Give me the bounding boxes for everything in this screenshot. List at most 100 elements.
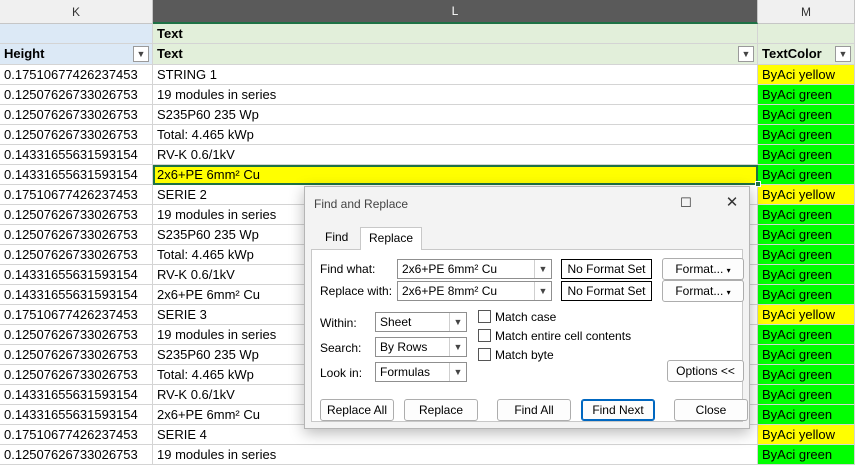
header-cell-k1[interactable]: [0, 24, 153, 44]
filter-dropdown-icon[interactable]: ▼: [133, 46, 149, 62]
cell-textcolor[interactable]: ByAci green: [758, 285, 855, 305]
chevron-down-icon[interactable]: ▼: [534, 282, 551, 300]
close-icon[interactable]: ✕: [721, 193, 743, 213]
header-group-text[interactable]: Text: [153, 24, 758, 44]
minimize-icon[interactable]: [649, 193, 671, 213]
cell-text[interactable]: S235P60 235 Wp: [153, 105, 758, 125]
cell-text[interactable]: Total: 4.465 kWp: [153, 125, 758, 145]
chevron-down-icon[interactable]: ▼: [534, 260, 551, 278]
cell-textcolor[interactable]: ByAci green: [758, 145, 855, 165]
options-button[interactable]: Options <<: [667, 360, 744, 382]
cell-height[interactable]: 0.14331655631593154: [0, 405, 153, 425]
cell-textcolor[interactable]: ByAci yellow: [758, 65, 855, 85]
cell-height[interactable]: 0.14331655631593154: [0, 165, 153, 185]
cell-text[interactable]: RV-K 0.6/1kV: [153, 145, 758, 165]
cell-textcolor[interactable]: ByAci green: [758, 225, 855, 245]
search-value: By Rows: [380, 340, 428, 354]
header-height-label: Height: [4, 46, 45, 61]
cell-textcolor[interactable]: ByAci green: [758, 265, 855, 285]
cell-textcolor[interactable]: ByAci green: [758, 325, 855, 345]
cell-height[interactable]: 0.14331655631593154: [0, 385, 153, 405]
cell-textcolor[interactable]: ByAci green: [758, 365, 855, 385]
cell-textcolor[interactable]: ByAci yellow: [758, 425, 855, 445]
cell-height[interactable]: 0.14331655631593154: [0, 145, 153, 165]
cell-height[interactable]: 0.12507626733026753: [0, 345, 153, 365]
find-what-input[interactable]: 2x6+PE 6mm² Cu ▼: [397, 259, 552, 279]
find-all-button[interactable]: Find All: [497, 399, 571, 421]
search-select[interactable]: By Rows ▼: [375, 337, 467, 357]
cell-height[interactable]: 0.12507626733026753: [0, 85, 153, 105]
maximize-icon[interactable]: ☐: [675, 193, 697, 213]
close-button[interactable]: Close: [674, 399, 748, 421]
column-header-k[interactable]: K: [0, 0, 153, 24]
replace-panel: Find what: 2x6+PE 6mm² Cu ▼ No Format Se…: [311, 249, 744, 422]
cell-text[interactable]: 19 modules in series: [153, 445, 758, 465]
column-header-l[interactable]: L: [153, 0, 758, 24]
cell-textcolor[interactable]: ByAci yellow: [758, 185, 855, 205]
chevron-down-icon[interactable]: ▼: [449, 313, 466, 331]
cell-height[interactable]: 0.17510677426237453: [0, 65, 153, 85]
match-byte-label: Match byte: [495, 348, 554, 362]
find-what-value: 2x6+PE 6mm² Cu: [402, 262, 498, 276]
cell-height[interactable]: 0.12507626733026753: [0, 205, 153, 225]
cell-height[interactable]: 0.17510677426237453: [0, 425, 153, 445]
header-cell-m1[interactable]: [758, 24, 855, 44]
search-label: Search:: [320, 341, 362, 355]
cell-textcolor[interactable]: ByAci green: [758, 105, 855, 125]
replace-all-button[interactable]: Replace All: [320, 399, 394, 421]
find-replace-dialog: Find and Replace ☐ ✕ Find Replace Find w…: [304, 186, 750, 429]
fill-handle[interactable]: [755, 181, 761, 187]
replace-format-button[interactable]: Format... ▾: [662, 280, 744, 302]
find-format-button[interactable]: Format... ▾: [662, 258, 744, 280]
cell-textcolor[interactable]: ByAci green: [758, 385, 855, 405]
cell-height[interactable]: 0.12507626733026753: [0, 245, 153, 265]
match-byte-checkbox[interactable]: [478, 348, 491, 361]
cell-text[interactable]: 19 modules in series: [153, 85, 758, 105]
cell-height[interactable]: 0.12507626733026753: [0, 125, 153, 145]
tab-find[interactable]: Find: [317, 227, 356, 249]
within-select[interactable]: Sheet ▼: [375, 312, 467, 332]
cell-height[interactable]: 0.12507626733026753: [0, 105, 153, 125]
header-height[interactable]: Height ▼: [0, 44, 153, 65]
header-text[interactable]: Text ▼: [153, 44, 758, 65]
replace-with-input[interactable]: 2x6+PE 8mm² Cu ▼: [397, 281, 552, 301]
tab-replace[interactable]: Replace: [360, 227, 423, 250]
cell-textcolor[interactable]: ByAci green: [758, 245, 855, 265]
find-what-label: Find what:: [320, 262, 376, 276]
cell-textcolor[interactable]: ByAci green: [758, 405, 855, 425]
header-textcolor-label: TextColor: [762, 46, 822, 61]
chevron-down-icon[interactable]: ▼: [449, 363, 466, 381]
cell-text[interactable]: STRING 1: [153, 65, 758, 85]
cell-textcolor[interactable]: ByAci yellow: [758, 305, 855, 325]
cell-textcolor[interactable]: ByAci green: [758, 165, 855, 185]
look-in-value: Formulas: [380, 365, 431, 379]
replace-format-preview: No Format Set: [561, 281, 652, 301]
match-case-checkbox[interactable]: [478, 310, 491, 323]
filter-dropdown-icon[interactable]: ▼: [738, 46, 754, 62]
cell-textcolor[interactable]: ByAci green: [758, 445, 855, 465]
chevron-down-icon[interactable]: ▼: [449, 338, 466, 356]
filter-dropdown-icon[interactable]: ▼: [835, 46, 851, 62]
cell-height[interactable]: 0.17510677426237453: [0, 305, 153, 325]
cell-height[interactable]: 0.17510677426237453: [0, 185, 153, 205]
header-text-label: Text: [157, 46, 183, 61]
look-in-label: Look in:: [320, 366, 363, 380]
header-textcolor[interactable]: TextColor ▼: [758, 44, 855, 65]
find-next-button[interactable]: Find Next: [581, 399, 655, 421]
cell-textcolor[interactable]: ByAci green: [758, 85, 855, 105]
cell-textcolor[interactable]: ByAci green: [758, 345, 855, 365]
column-header-m[interactable]: M: [758, 0, 855, 24]
match-entire-checkbox[interactable]: [478, 329, 491, 342]
cell-text-selected[interactable]: 2x6+PE 6mm² Cu: [153, 165, 758, 185]
cell-height[interactable]: 0.12507626733026753: [0, 325, 153, 345]
cell-height[interactable]: 0.14331655631593154: [0, 265, 153, 285]
cell-height[interactable]: 0.14331655631593154: [0, 285, 153, 305]
cell-height[interactable]: 0.12507626733026753: [0, 225, 153, 245]
cell-textcolor[interactable]: ByAci green: [758, 125, 855, 145]
cell-height[interactable]: 0.12507626733026753: [0, 445, 153, 465]
look-in-select[interactable]: Formulas ▼: [375, 362, 467, 382]
cell-height[interactable]: 0.12507626733026753: [0, 365, 153, 385]
replace-button[interactable]: Replace: [404, 399, 478, 421]
find-format-preview: No Format Set: [561, 259, 652, 279]
cell-textcolor[interactable]: ByAci green: [758, 205, 855, 225]
